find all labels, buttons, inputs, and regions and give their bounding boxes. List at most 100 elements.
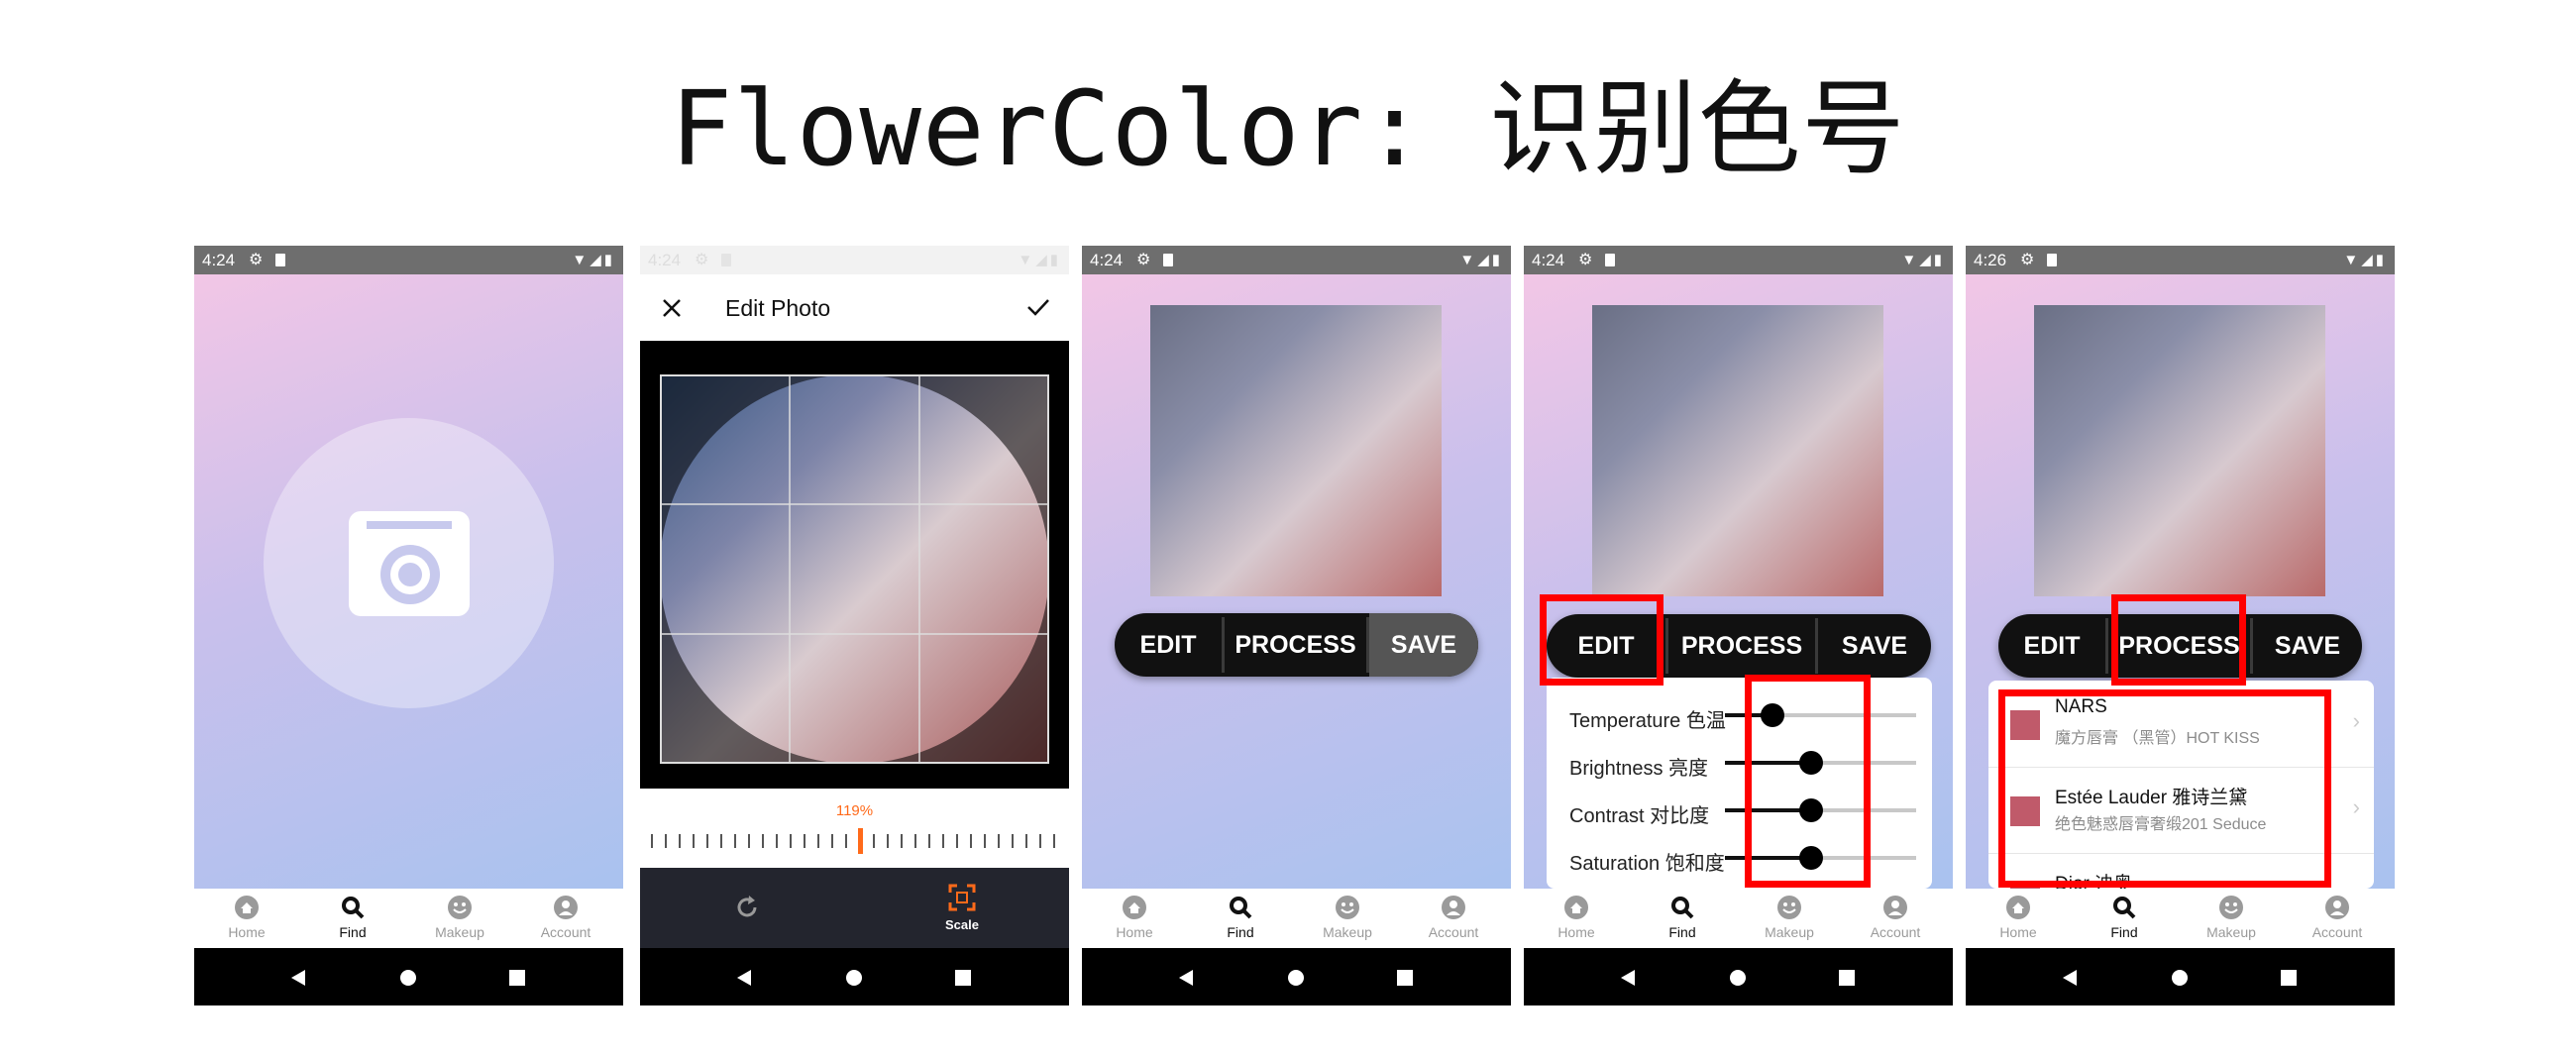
recents-icon[interactable] (508, 969, 526, 987)
highlight-sliders (1745, 675, 1871, 888)
nav-account-label: Account (540, 924, 591, 940)
nav-find[interactable]: Find (1201, 895, 1280, 940)
signal-battery-icons: ▼◢▮ (1459, 252, 1503, 268)
home-circle-icon[interactable] (845, 969, 863, 987)
scale-panel: 119% (640, 789, 1069, 868)
status-bar: 4:24 ⚙ ▼◢▮ (640, 246, 1069, 274)
status-bar: 4:24 ⚙ ▼◢▮ (1082, 246, 1511, 274)
nav-find[interactable]: Find (1643, 895, 1722, 940)
back-icon[interactable] (2061, 969, 2079, 987)
home-circle-icon[interactable] (399, 969, 417, 987)
back-icon[interactable] (1619, 969, 1637, 987)
nav-find[interactable]: Find (2085, 895, 2164, 940)
process-button[interactable]: PROCESS (1225, 613, 1366, 677)
settings-status-icon: ⚙ (695, 252, 709, 268)
nav-home[interactable]: Home (207, 895, 286, 940)
phone-screen-edit-sliders: 4:24 ⚙ ▼◢▮ EDIT PROCESS SAVE Temperature… (1524, 246, 1953, 1005)
sd-card-icon (275, 254, 285, 266)
zoom-ruler-indicator (858, 828, 863, 854)
phone-screen-empty: 4:24 ⚙ ▼◢▮ Home Find Makeup Account (194, 246, 623, 1005)
nav-makeup[interactable]: Makeup (420, 895, 499, 940)
settings-status-icon: ⚙ (1578, 252, 1593, 268)
nav-makeup-label: Makeup (2206, 924, 2256, 940)
crop-area[interactable] (640, 341, 1069, 789)
rotate-icon[interactable] (733, 894, 761, 921)
highlight-edit-button (1540, 594, 1664, 686)
crop-photo (660, 374, 1049, 764)
background-gradient: EDIT PROCESS SAVE Temperature 色温 Brightn… (1524, 274, 1953, 889)
slider-temperature[interactable]: Temperature 色温 (1547, 692, 1932, 740)
home-icon (1123, 896, 1146, 919)
home-circle-icon[interactable] (1729, 969, 1747, 987)
account-icon (1883, 896, 1907, 919)
close-icon[interactable] (662, 298, 682, 318)
account-icon (554, 896, 578, 919)
nav-home-label: Home (228, 924, 266, 940)
settings-status-icon: ⚙ (2020, 252, 2035, 268)
home-icon (1564, 896, 1588, 919)
nav-account[interactable]: Account (1414, 895, 1493, 940)
nav-account[interactable]: Account (1856, 895, 1935, 940)
chevron-right-icon: › (2352, 708, 2360, 733)
phone-screen-edit-photo: 4:24 ⚙ ▼◢▮ Edit Photo 119% Scale (640, 246, 1069, 1005)
slider-brightness[interactable]: Brightness 亮度 (1547, 740, 1932, 788)
slider-label: Saturation 饱和度 (1569, 853, 1725, 875)
system-nav-bar (1524, 948, 1953, 1005)
recents-icon[interactable] (1838, 969, 1856, 987)
nav-makeup[interactable]: Makeup (1750, 895, 1829, 940)
crop-grid (660, 374, 1049, 764)
background-gradient (194, 274, 623, 889)
camera-upload-button[interactable] (264, 418, 554, 708)
nav-account-label: Account (1428, 924, 1479, 940)
chevron-right-icon: › (2352, 794, 2360, 819)
status-bar: 4:24 ⚙ ▼◢▮ (1524, 246, 1953, 274)
slider-saturation[interactable]: Saturation 饱和度 (1547, 835, 1932, 883)
slider-label: Contrast 对比度 (1569, 805, 1710, 827)
nav-find-label: Find (2110, 924, 2138, 940)
zoom-ruler[interactable] (650, 826, 1059, 856)
nav-makeup-label: Makeup (435, 924, 484, 940)
nav-home[interactable]: Home (1095, 895, 1174, 940)
process-button[interactable]: PROCESS (1668, 614, 1815, 678)
recents-icon[interactable] (1396, 969, 1414, 987)
sd-card-icon (721, 254, 731, 266)
nav-makeup-label: Makeup (1323, 924, 1372, 940)
nav-makeup[interactable]: Makeup (2192, 895, 2271, 940)
home-circle-icon[interactable] (2171, 969, 2189, 987)
nav-makeup-label: Makeup (1765, 924, 1814, 940)
smile-icon (448, 896, 472, 919)
search-icon (342, 897, 365, 919)
smile-icon (1336, 896, 1359, 919)
adjust-sliders-panel: Temperature 色温 Brightness 亮度 Contrast 对比… (1547, 678, 1932, 889)
nav-find[interactable]: Find (313, 895, 392, 940)
nav-makeup[interactable]: Makeup (1308, 895, 1387, 940)
status-bar: 4:24 ⚙ ▼◢▮ (194, 246, 623, 274)
recents-icon[interactable] (954, 969, 972, 987)
account-icon (1442, 896, 1465, 919)
confirm-check-icon[interactable] (1026, 297, 1050, 317)
nav-account[interactable]: Account (526, 895, 605, 940)
recents-icon[interactable] (2280, 969, 2298, 987)
edit-button[interactable]: EDIT (1115, 613, 1222, 677)
nav-home-label: Home (1557, 924, 1595, 940)
save-button[interactable]: SAVE (2253, 614, 2362, 678)
nav-home[interactable]: Home (1979, 895, 2058, 940)
selected-photo (1150, 305, 1442, 596)
slider-contrast[interactable]: Contrast 对比度 (1547, 788, 1932, 835)
save-button[interactable]: SAVE (1818, 614, 1931, 678)
edit-toolbar: Scale (640, 868, 1069, 948)
status-bar: 4:26 ⚙ ▼◢▮ (1966, 246, 2395, 274)
nav-account[interactable]: Account (2298, 895, 2377, 940)
back-icon[interactable] (735, 969, 753, 987)
back-icon[interactable] (289, 969, 307, 987)
save-button[interactable]: SAVE (1369, 613, 1478, 677)
home-circle-icon[interactable] (1287, 969, 1305, 987)
status-time: 4:26 (1974, 251, 2007, 269)
background-gradient: EDIT PROCESS SAVE (1082, 274, 1511, 889)
nav-home-label: Home (1999, 924, 2037, 940)
scale-icon[interactable] (948, 884, 976, 911)
nav-home[interactable]: Home (1537, 895, 1616, 940)
bottom-navigation: Home Find Makeup Account (1524, 889, 1953, 948)
back-icon[interactable] (1177, 969, 1195, 987)
edit-button[interactable]: EDIT (1998, 614, 2105, 678)
